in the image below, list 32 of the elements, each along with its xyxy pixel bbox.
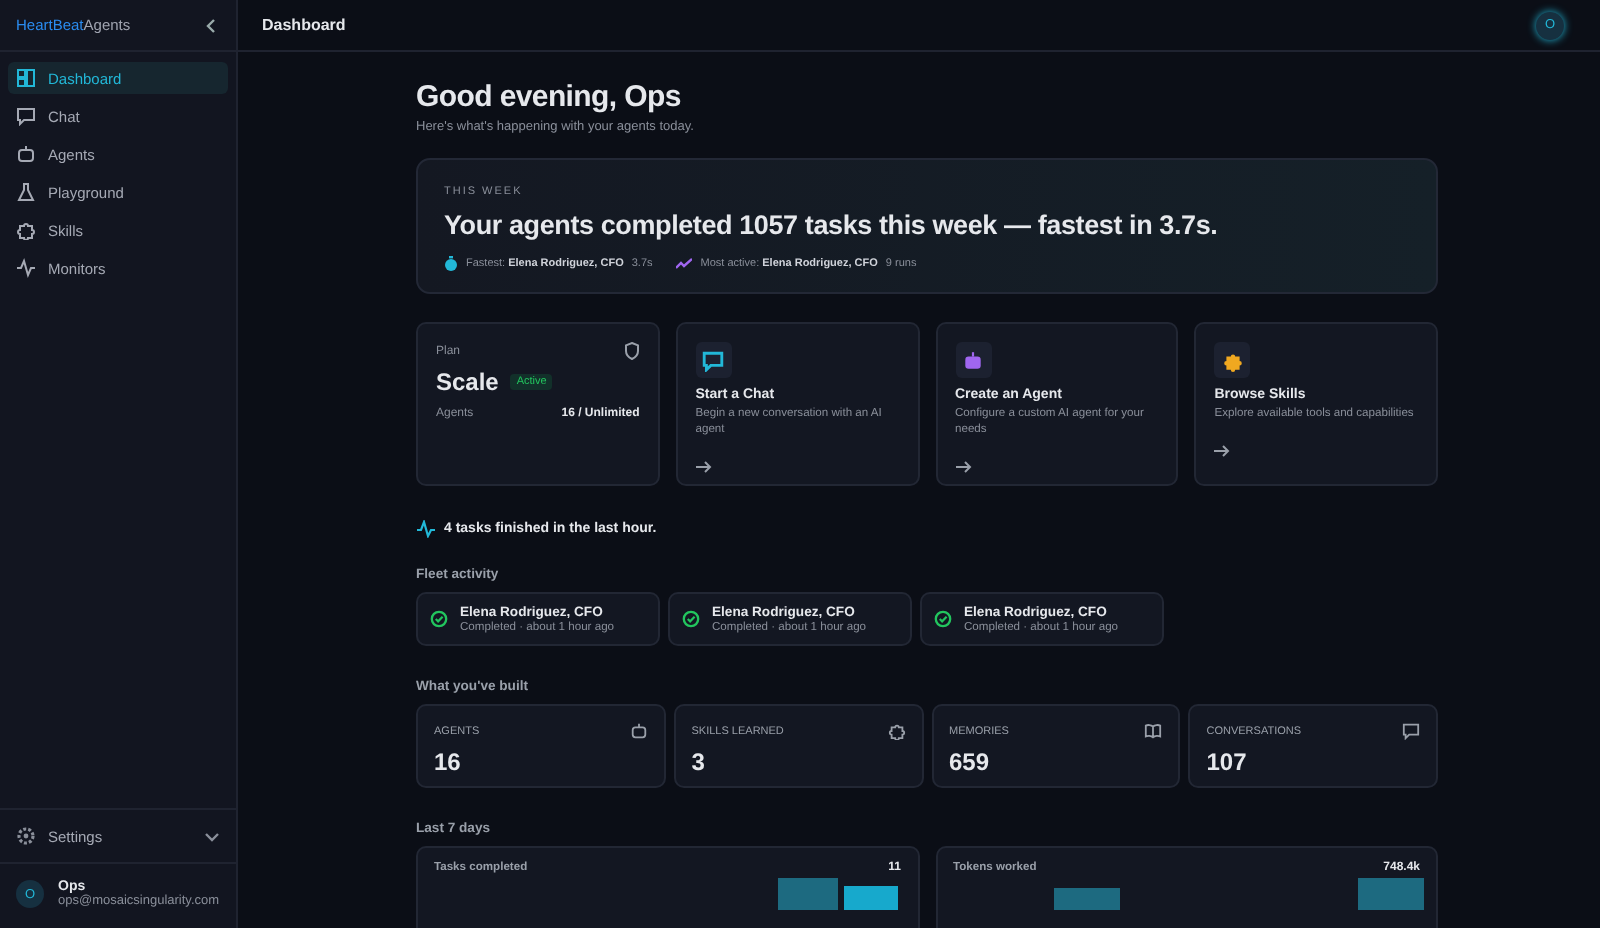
flask-icon bbox=[16, 182, 36, 202]
stat-value: 16 bbox=[434, 748, 463, 776]
settings-icon bbox=[16, 826, 36, 846]
trend-icon bbox=[676, 258, 693, 270]
check-circle-icon bbox=[430, 610, 448, 628]
stat-value: 107 bbox=[1206, 748, 1249, 776]
pulse-icon bbox=[416, 520, 436, 538]
check-circle-icon bbox=[934, 610, 952, 628]
arrow-right-icon bbox=[695, 459, 712, 474]
book-icon bbox=[1144, 722, 1163, 740]
bot-icon bbox=[16, 144, 36, 164]
arrow-right-icon bbox=[1214, 443, 1231, 458]
stopwatch-icon bbox=[444, 256, 458, 272]
grid-icon bbox=[16, 68, 36, 88]
pulse-icon bbox=[16, 258, 36, 278]
stat-value: 659 bbox=[949, 748, 992, 776]
bot-icon bbox=[629, 722, 648, 740]
chat-icon bbox=[16, 106, 36, 126]
greeting-heading: Good evening, Ops bbox=[416, 80, 683, 114]
puzzle-icon bbox=[16, 220, 36, 240]
summary-headline: Your agents completed 1057 tasks this week — fastest in 3.7s. bbox=[444, 210, 1220, 240]
stat-value: 3 bbox=[691, 748, 707, 776]
chevron-down-icon bbox=[204, 828, 220, 844]
shield-icon bbox=[623, 342, 640, 360]
collapse-icon[interactable] bbox=[204, 17, 220, 33]
plan-name: Scale bbox=[436, 368, 499, 396]
chat-icon bbox=[1402, 722, 1420, 740]
arrow-right-icon bbox=[955, 459, 971, 474]
puzzle-icon bbox=[887, 722, 905, 740]
check-circle-icon bbox=[682, 610, 700, 628]
page-title: Dashboard bbox=[262, 16, 346, 34]
bar-chart-drawing bbox=[777, 878, 897, 910]
